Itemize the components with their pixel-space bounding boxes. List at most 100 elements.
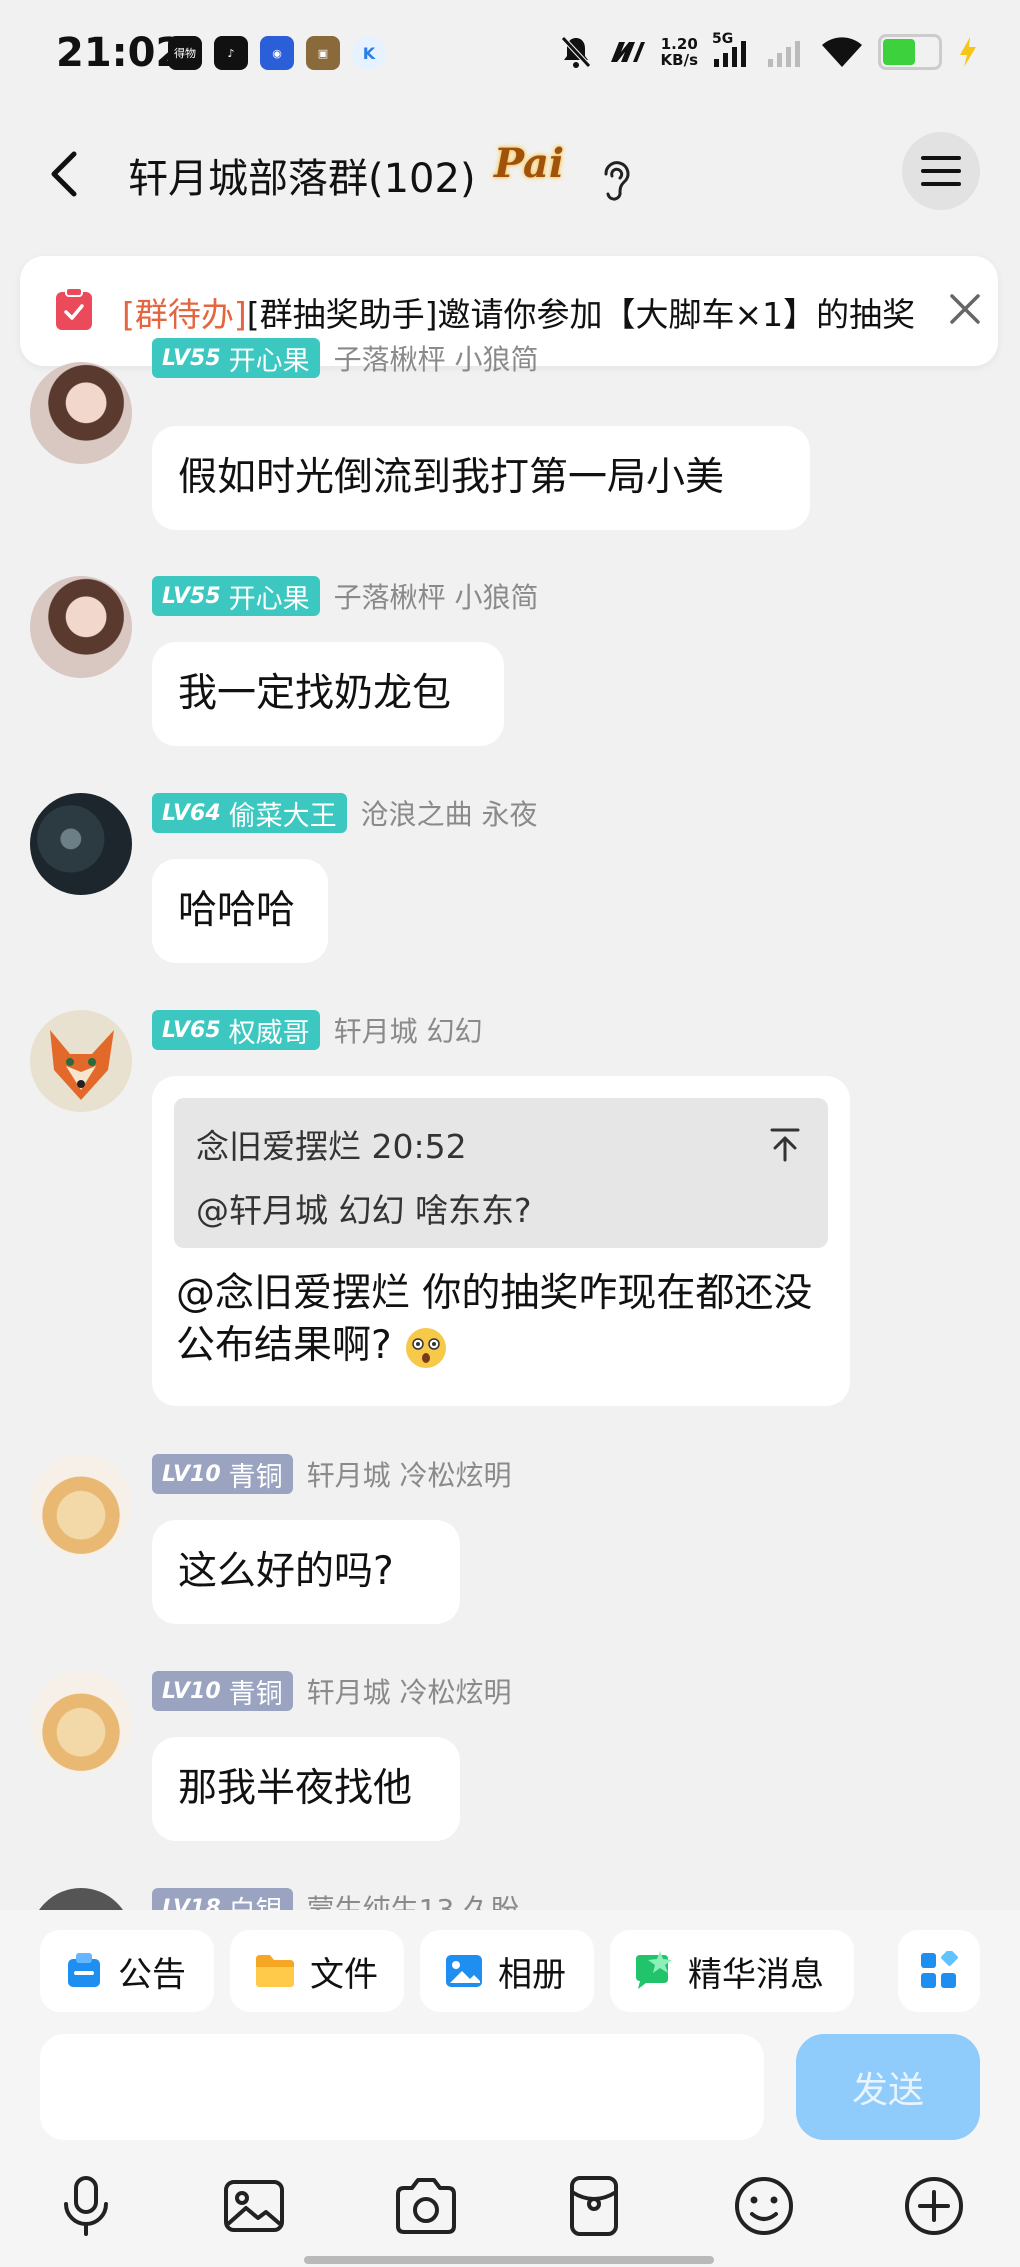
message-bubble[interactable]: 哈哈哈 <box>152 859 328 963</box>
avatar[interactable] <box>30 1010 132 1112</box>
avatar[interactable] <box>30 362 132 464</box>
message-bubble[interactable]: 这么好的吗? <box>152 1520 460 1624</box>
battery-icon <box>878 34 942 70</box>
signal-weak-icon <box>768 41 800 67</box>
level-number: LV10 <box>162 1461 221 1487</box>
message-row: LV55 开心果 子落楸枰 小狼简 我一定找奶龙包 <box>0 576 1020 746</box>
message-row: LV64 偷菜大王 沧浪之曲 永夜 哈哈哈 <box>0 793 1020 963</box>
announcement-button[interactable]: 公告 <box>40 1930 214 2012</box>
level-number: LV65 <box>162 1017 221 1043</box>
level-badge: LV10 青铜 <box>152 1454 293 1494</box>
camera-icon[interactable] <box>392 2172 460 2240</box>
quote-author: 念旧爱摆烂 20:52 <box>196 1127 467 1166</box>
microphone-icon[interactable] <box>52 2172 120 2240</box>
avatar[interactable] <box>30 793 132 895</box>
app-grid-icon <box>921 1951 958 1988</box>
sender-name[interactable]: 轩月城 冷松炫明 <box>307 1671 512 1711</box>
quote-text: @轩月城 幻幻 啥东东? <box>196 1191 532 1230</box>
image-icon[interactable] <box>220 2172 288 2240</box>
level-number: LV55 <box>162 583 221 609</box>
level-title: 权威哥 <box>228 1017 310 1049</box>
essence-star-icon <box>636 1951 672 1989</box>
mute-bell-icon <box>560 36 591 68</box>
red-packet-icon[interactable] <box>560 2172 628 2240</box>
level-badge: LV10 青铜 <box>152 1671 293 1711</box>
tiktok-app-icon: ♪ <box>214 36 248 70</box>
level-badge: LV55 开心果 <box>152 338 320 378</box>
sender-meta: LV64 偷菜大王 沧浪之曲 永夜 <box>152 793 538 833</box>
avatar[interactable] <box>30 576 132 678</box>
message-bubble[interactable]: 我一定找奶龙包 <box>152 642 504 746</box>
album-label: 相册 <box>498 1954 566 1995</box>
quoted-message[interactable]: 念旧爱摆烂 20:52 @轩月城 幻幻 啥东东? <box>174 1098 828 1248</box>
level-number: LV10 <box>162 1678 221 1704</box>
sender-name[interactable]: 沧浪之曲 永夜 <box>361 793 538 833</box>
level-number: LV64 <box>162 800 221 826</box>
hd-icon <box>610 42 645 62</box>
message-input[interactable] <box>40 2034 764 2140</box>
status-indicators: 1.20 KB/s 5G <box>559 31 980 70</box>
back-button[interactable] <box>36 144 96 204</box>
message-row: LV55 开心果 子落楸枰 小狼简 假如时光倒流到我打第一局小美 <box>0 338 1020 530</box>
essence-messages-button[interactable]: 精华消息 <box>610 1930 854 2012</box>
battery-level-fill <box>883 39 916 65</box>
status-app-icons: 得物 ♪ ◉ ▣ K <box>168 36 386 70</box>
more-apps-button[interactable] <box>898 1930 980 2012</box>
plus-circle-icon[interactable] <box>900 2172 968 2240</box>
message-bubble[interactable]: 那我半夜找他 <box>152 1737 460 1841</box>
menu-button[interactable] <box>902 132 980 210</box>
fox-avatar-icon <box>50 1030 114 1100</box>
net-speed-unit: KB/s <box>660 51 698 69</box>
sender-meta: LV55 开心果 子落楸枰 小狼简 <box>152 576 539 616</box>
level-badge: LV55 开心果 <box>152 576 320 616</box>
sender-name[interactable]: 子落楸枰 小狼简 <box>334 338 539 378</box>
sender-name[interactable]: 轩月城 幻幻 <box>334 1010 483 1050</box>
pai-badge: Pai <box>494 140 565 187</box>
ear-icon[interactable] <box>596 156 636 202</box>
send-button[interactable]: 发送 <box>796 2034 980 2140</box>
status-time: 21:02 <box>56 30 184 76</box>
sender-meta: LV55 开心果 子落楸枰 小狼简 <box>152 338 539 378</box>
album-button[interactable]: 相册 <box>420 1930 594 2012</box>
level-badge: LV65 权威哥 <box>152 1010 320 1050</box>
notice-text: [群待办][群抽奖助手]邀请你参加【大脚车×1】的抽奖 <box>122 288 928 336</box>
files-label: 文件 <box>310 1954 378 1995</box>
emoji-icon[interactable] <box>730 2172 798 2240</box>
sender-meta: LV10 青铜 轩月城 冷松炫明 <box>152 1454 512 1494</box>
level-title: 开心果 <box>228 583 310 615</box>
robot-app-icon: ◉ <box>260 36 294 70</box>
sender-meta: LV10 青铜 轩月城 冷松炫明 <box>152 1671 512 1711</box>
chat-toolbar: 公告 文件 相册 精华消息 发送 <box>0 1910 1020 2267</box>
message-bubble[interactable]: 假如时光倒流到我打第一局小美 <box>152 426 810 530</box>
shocked-emoji-icon <box>406 1327 447 1368</box>
message-row: LV10 青铜 轩月城 冷松炫明 那我半夜找他 <box>0 1671 1020 1841</box>
sender-name[interactable]: 子落楸枰 小狼简 <box>334 576 539 616</box>
avatar[interactable] <box>30 1454 132 1556</box>
close-icon[interactable] <box>944 288 986 330</box>
charging-bolt-icon <box>960 37 976 67</box>
status-bar: 21:02 得物 ♪ ◉ ▣ K 1.20 KB/s 5G <box>0 0 1020 110</box>
signal-5g-icon: 5G <box>712 31 752 69</box>
sender-meta: LV65 权威哥 轩月城 幻幻 <box>152 1010 483 1050</box>
level-badge: LV64 偷菜大王 <box>152 793 347 833</box>
net-speed: 1.20 KB/s <box>661 36 698 68</box>
sender-name[interactable]: 轩月城 冷松炫明 <box>307 1454 512 1494</box>
wifi-icon <box>822 37 862 67</box>
announcement-label: 公告 <box>118 1954 186 1995</box>
net-speed-value: 1.20 <box>660 35 698 53</box>
avatar[interactable] <box>30 1671 132 1773</box>
message-row: LV10 青铜 轩月城 冷松炫明 这么好的吗? <box>0 1454 1020 1624</box>
k-app-icon: K <box>352 36 386 70</box>
jump-to-quote-icon[interactable] <box>768 1126 802 1162</box>
reply-text: @念旧爱摆烂 你的抽奖咋现在都还没公布结果啊? <box>176 1268 836 1372</box>
files-button[interactable]: 文件 <box>230 1930 404 2012</box>
reply-content: @念旧爱摆烂 你的抽奖咋现在都还没公布结果啊? <box>176 1271 813 1368</box>
notice-body: [群抽奖助手]邀请你参加【大脚车×1】的抽奖 <box>246 295 916 334</box>
reply-bubble[interactable]: 念旧爱摆烂 20:52 @轩月城 幻幻 啥东东? @念旧爱摆烂 你的抽奖咋现在都… <box>152 1076 850 1406</box>
level-title: 青铜 <box>228 1678 283 1710</box>
dewu-app-icon: 得物 <box>168 36 202 70</box>
home-indicator[interactable] <box>304 2256 714 2264</box>
chat-title[interactable]: 轩月城部落群(102) <box>128 146 476 204</box>
game-app-icon: ▣ <box>306 36 340 70</box>
hamburger-icon <box>921 156 961 186</box>
